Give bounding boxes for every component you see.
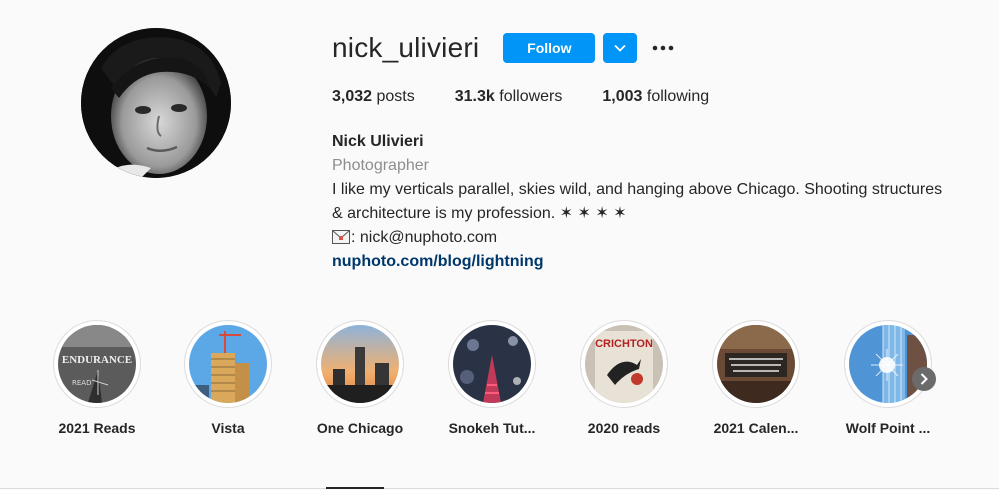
highlight-cover-image bbox=[849, 325, 927, 403]
posts-stat: 3,032 posts bbox=[332, 88, 415, 106]
profile-stats: 3,032 posts 31.3k followers 1,003 follow… bbox=[332, 88, 749, 106]
envelope-icon bbox=[332, 230, 350, 244]
active-tab-indicator bbox=[326, 487, 384, 489]
followers-stat[interactable]: 31.3k followers bbox=[455, 88, 563, 106]
highlight-item[interactable]: ENDURANCE READ 2021 Reads bbox=[47, 320, 147, 436]
highlight-item[interactable]: Vista bbox=[178, 320, 278, 436]
username: nick_ulivieri bbox=[332, 32, 480, 63]
highlight-label: 2020 reads bbox=[587, 420, 661, 436]
tabs-divider bbox=[0, 488, 999, 489]
highlight-cover-image bbox=[717, 325, 795, 403]
following-label: following bbox=[646, 88, 710, 105]
suggested-dropdown-button[interactable] bbox=[603, 33, 638, 63]
category-label: Photographer bbox=[332, 157, 429, 174]
highlight-cover-image: ENDURANCE READ bbox=[58, 325, 136, 403]
profile-header: nick_ulivieri Follow bbox=[332, 32, 677, 64]
svg-text:READ: READ bbox=[72, 379, 91, 387]
highlight-label: 2021 Calen... bbox=[713, 420, 799, 436]
bio-email-line: : nick@nuphoto.com bbox=[332, 226, 952, 250]
highlight-label: Wolf Point ... bbox=[845, 420, 931, 436]
posts-label: posts bbox=[376, 88, 415, 105]
highlight-ring[interactable]: ENDURANCE READ bbox=[53, 320, 141, 408]
highlights-next-button[interactable] bbox=[912, 367, 936, 391]
highlight-ring[interactable]: CRICHTON bbox=[580, 320, 668, 408]
followers-label: followers bbox=[499, 88, 563, 105]
highlight-cover-title: ENDURANCE bbox=[62, 354, 132, 366]
bio-email: : nick@nuphoto.com bbox=[351, 229, 498, 246]
highlight-ring[interactable] bbox=[184, 320, 272, 408]
highlight-cover-image bbox=[189, 325, 267, 403]
highlight-item[interactable]: One Chicago bbox=[310, 320, 410, 436]
bio-text-line-1: I like my verticals parallel, skies wild… bbox=[332, 181, 943, 198]
following-stat[interactable]: 1,003 following bbox=[602, 88, 709, 106]
chevron-down-icon bbox=[614, 44, 626, 52]
highlight-cover-title: CRICHTON bbox=[595, 338, 653, 350]
highlight-item[interactable]: 2021 Calen... bbox=[706, 320, 806, 436]
highlight-ring[interactable] bbox=[712, 320, 800, 408]
highlight-item[interactable]: CRICHTON 2020 reads bbox=[574, 320, 674, 436]
highlight-label: Vista bbox=[211, 420, 245, 436]
following-count: 1,003 bbox=[602, 88, 643, 105]
posts-count: 3,032 bbox=[332, 88, 373, 105]
highlight-label: One Chicago bbox=[316, 420, 404, 436]
highlight-ring[interactable] bbox=[844, 320, 932, 408]
highlight-cover-image bbox=[453, 325, 531, 403]
highlight-ring[interactable] bbox=[448, 320, 536, 408]
bio-website-link[interactable]: nuphoto.com/blog/lightning bbox=[332, 253, 544, 270]
highlight-label: 2021 Reads bbox=[58, 420, 136, 436]
more-options-button[interactable] bbox=[649, 33, 677, 63]
profile-avatar[interactable] bbox=[81, 28, 231, 178]
bio-text-line-2: & architecture is my profession. ✶ ✶ ✶ ✶ bbox=[332, 205, 627, 222]
full-name: Nick Ulivieri bbox=[332, 133, 424, 150]
highlight-ring[interactable] bbox=[316, 320, 404, 408]
highlight-label: Snokeh Tut... bbox=[448, 420, 536, 436]
follow-button[interactable]: Follow bbox=[503, 33, 596, 63]
ellipsis-icon bbox=[653, 45, 674, 51]
followers-count: 31.3k bbox=[454, 88, 495, 105]
highlight-cover-image bbox=[321, 325, 399, 403]
chevron-right-icon bbox=[920, 373, 928, 385]
highlight-cover-image: CRICHTON bbox=[585, 325, 663, 403]
highlight-item[interactable]: Snokeh Tut... bbox=[442, 320, 542, 436]
profile-bio: Nick Ulivieri Photographer I like my ver… bbox=[332, 130, 952, 274]
